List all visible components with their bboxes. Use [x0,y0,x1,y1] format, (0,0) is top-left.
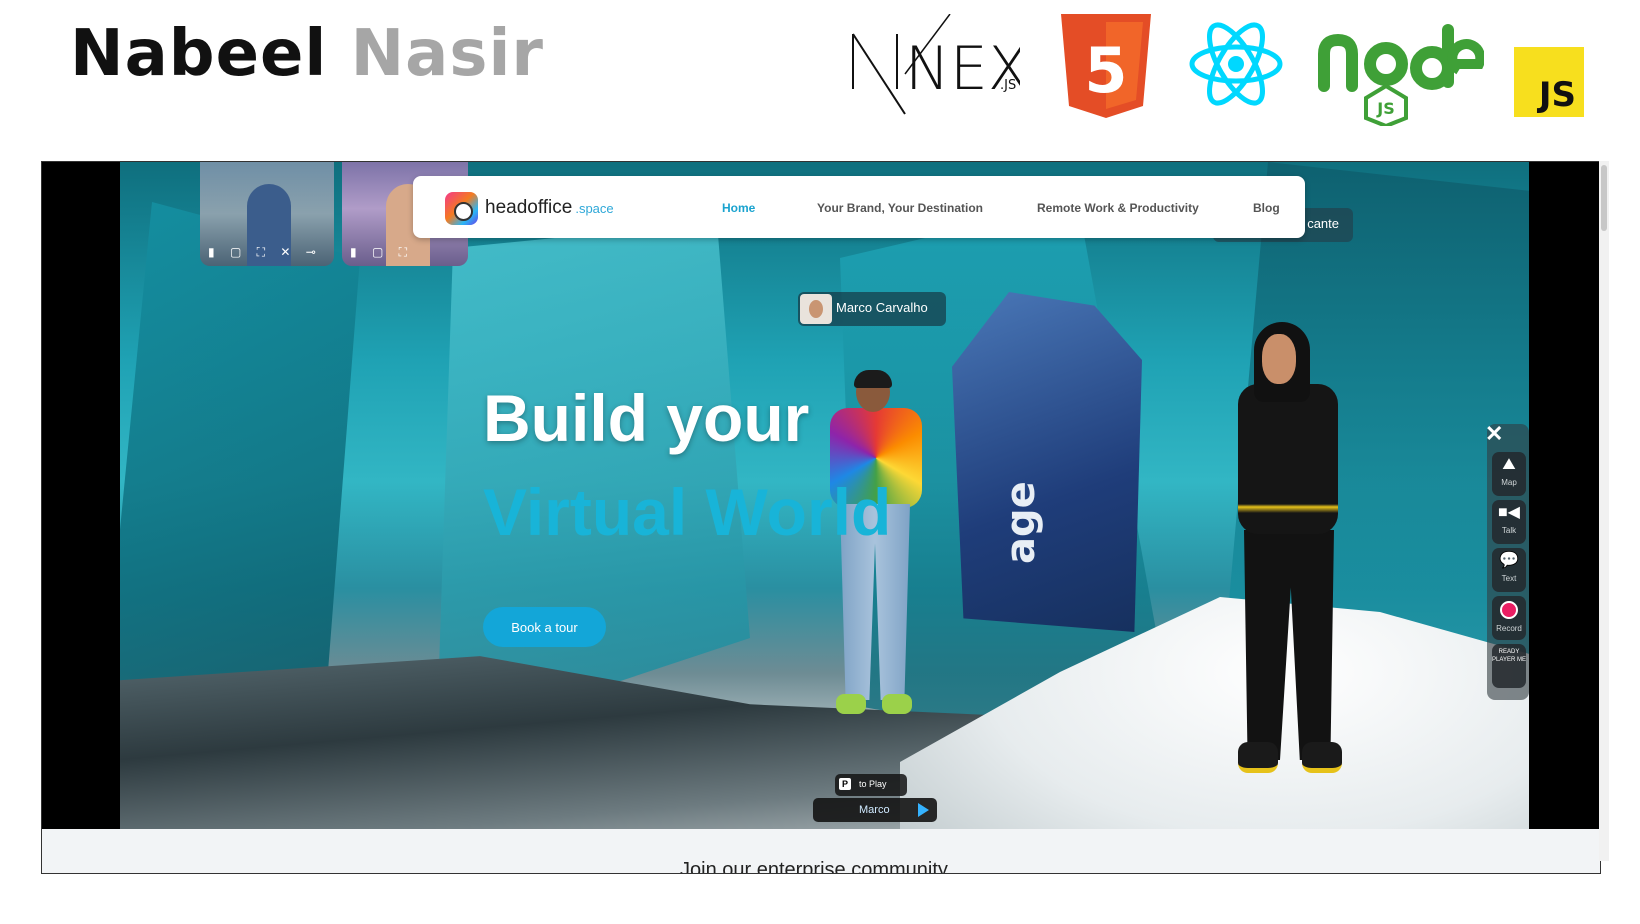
video-call-tile[interactable]: ▮ ▢ ⛶ ✕ ⊸ [200,162,334,266]
javascript-logo-label: JS [1538,75,1576,115]
community-heading: Join our enterprise community [680,859,948,874]
text-button[interactable]: 💬 Text [1492,548,1526,592]
site-brand[interactable]: headoffice .space [485,197,614,219]
book-tour-button[interactable]: Book a tour [483,607,606,647]
blue-monolith [952,292,1142,632]
user-avatar [800,294,832,324]
hero-heading-line-1: Build your [483,381,810,455]
html5-number: 5 [1084,34,1127,107]
page-title: Nabeel Nasir [70,14,544,94]
record-button[interactable]: Record [1492,596,1526,640]
female-avatar[interactable] [1218,322,1378,773]
video-controls-icons[interactable]: ▮ ▢ ⛶ [350,245,413,260]
ready-player-me-button[interactable]: READY PLAYER ME [1492,644,1526,688]
last-name: Nasir [350,17,544,91]
male-avatar[interactable] [820,370,930,732]
headoffice-logo-icon[interactable] [445,192,478,225]
virtual-world-scene: age ▮ ▢ ⛶ ✕ ⊸ ▮ ▢ ⛶ cante headoffice .spa… [120,162,1529,873]
hero-heading-line-2: Virtual World [483,475,892,549]
record-icon [1500,601,1518,619]
react-logo [1188,20,1284,108]
nextjs-suffix: .JS [1000,78,1016,93]
close-icon[interactable]: ✕ [1485,423,1505,445]
nodejs-logo: JS [1316,20,1486,129]
scrollbar-thumb[interactable] [1601,165,1607,231]
nav-home[interactable]: Home [722,201,755,215]
map-icon: ⛰ [1502,456,1516,473]
talk-button[interactable]: ■◀ Talk [1492,500,1526,544]
nextjs-wordmark: NEXT [905,34,1020,104]
video-controls-icons[interactable]: ▮ ▢ ⛶ ✕ ⊸ [208,245,322,260]
chat-bubble-icon: 💬 [1499,552,1519,569]
nav-blog[interactable]: Blog [1253,201,1280,215]
nodejs-badge: JS [1376,99,1394,118]
first-name: Nabeel [70,17,328,91]
play-arrow-icon [918,803,929,817]
nav-remote-work[interactable]: Remote Work & Productivity [1037,201,1199,215]
map-button[interactable]: ⛰ Map [1492,452,1526,496]
javascript-logo: JS [1514,47,1584,117]
nav-your-brand[interactable]: Your Brand, Your Destination [817,201,983,215]
html5-logo: 5 [1061,14,1151,118]
keyboard-key-icon: P [839,778,851,790]
site-navbar: headoffice .space Home Your Brand, Your D… [413,176,1305,238]
play-hint[interactable]: P to Play Marco [813,774,937,822]
video-camera-icon: ■◀ [1498,504,1520,521]
monolith-text: age [998,481,1044,564]
scrollbar[interactable] [1599,161,1609,861]
website-screenshot: age ▮ ▢ ⛶ ✕ ⊸ ▮ ▢ ⛶ cante headoffice .spa… [41,161,1601,874]
nextjs-logo: NEXT .JS [845,13,1065,120]
community-section: Join our enterprise community [42,829,1600,873]
user-name-tag: Marco Carvalho [798,292,946,326]
